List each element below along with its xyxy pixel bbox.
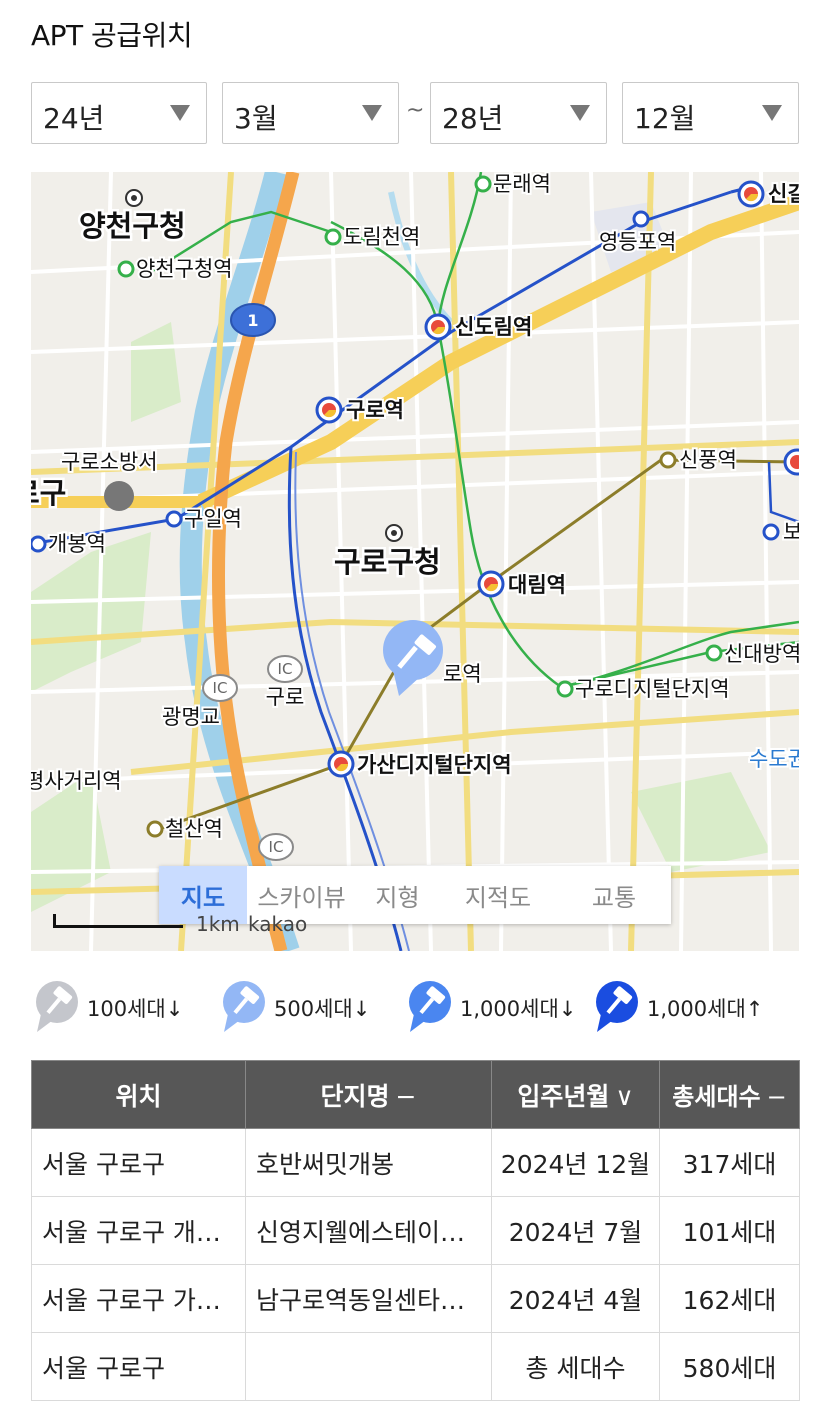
place-label: 구로구청 [334,545,441,579]
end-month-select[interactable]: 12월 [622,82,799,144]
station-label: 구로디지털단지역 [575,677,730,701]
cell-complex[interactable]: 신영지웰에스테이… [245,1196,492,1265]
sort-neutral-icon[interactable]: − [767,1083,787,1111]
station-label: 보 [783,520,799,544]
place-label: 구로 [266,685,305,709]
place-label: 로구 [31,476,66,510]
place-label: 수도권 [749,747,799,771]
table-row[interactable]: 서울 구로구 호반써밋개봉 2024년 12월 317세대 [31,1128,800,1197]
table-row[interactable]: 서울 구로구 개… 신영지웰에스테이… 2024년 7월 101세대 [31,1196,800,1265]
start-month-value: 3월 [234,102,278,135]
cell-move-in: 2024년 12월 [491,1128,660,1197]
legend-label: 100세대↓ [87,997,184,1021]
station-label: 개봉역 [48,532,106,556]
place-label: 평사거리역 [31,769,122,793]
map-scale-bar [53,914,183,928]
place-label: 양천구청 [79,209,186,243]
auction-pin-icon [596,981,638,1032]
cell-complex[interactable]: 남구로역동일센타… [245,1264,492,1333]
legend-label: 1,000세대↑ [647,997,764,1021]
column-header-move-in[interactable]: 입주년월 ∨ [491,1060,660,1129]
map-scale-label: 1km [196,912,240,936]
station-label: 신풍역 [679,448,737,472]
station-label: 대림역 [508,573,566,597]
map-tab-traffic[interactable]: 교통 [557,866,671,924]
station-label: 가산디지털단지역 [357,753,512,777]
end-year-select[interactable]: 28년 [430,82,607,144]
ic-label: IC [269,838,284,856]
station-label: 문래역 [493,172,551,196]
station-label: 영등포역 [599,230,676,254]
end-year-value: 28년 [442,102,504,135]
column-header-complex[interactable]: 단지명 − [245,1060,492,1129]
map-canvas[interactable]: 1 IC IC IC 문래역 도림천역 양천구청역 영등포역 신도림역 구로역 … [31,172,799,951]
auction-pin-icon [36,981,78,1032]
cell-households: 162세대 [659,1264,800,1333]
cell-location: 서울 구로구 [31,1128,246,1197]
place-label: 광명교 [162,705,220,729]
cell-location: 서울 구로구 개… [31,1196,246,1265]
sort-neutral-icon[interactable]: − [396,1082,417,1111]
period-filter: 24년 3월 ~ 28년 12월 [31,82,799,144]
cell-households: 101세대 [659,1196,800,1265]
sort-desc-icon[interactable]: ∨ [615,1082,633,1111]
column-header-households[interactable]: 총세대수 − [659,1060,800,1129]
cell-move-in: 2024년 4월 [491,1264,660,1333]
auction-pin-icon [409,981,451,1032]
cell-move-in: 2024년 7월 [491,1196,660,1265]
cell-location: 서울 구로구 가… [31,1264,246,1333]
station-label: 양천구청역 [136,257,233,281]
map-tab-cadastral[interactable]: 지적도 [439,866,557,924]
map-tab-terrain[interactable]: 지형 [356,866,439,924]
start-month-select[interactable]: 3월 [222,82,399,144]
ic-label: IC [278,660,293,678]
chevron-down-icon [570,105,590,121]
auction-pin-icon [223,981,265,1032]
table-row[interactable]: 서울 구로구 가… 남구로역동일센타… 2024년 4월 162세대 [31,1264,800,1333]
cell-complex [245,1332,492,1401]
start-year-value: 24년 [43,102,105,135]
total-households: 580세대 [659,1332,800,1401]
chevron-down-icon [762,105,782,121]
column-header-location: 위치 [31,1060,246,1129]
table-header-row: 위치 단지명 − 입주년월 ∨ 총세대수 − [31,1060,800,1129]
station-label: 도림천역 [343,225,420,249]
station-label: 로역 [443,662,482,686]
page-title: APT 공급위치 [31,19,193,52]
cell-households: 317세대 [659,1128,800,1197]
ic-label: IC [213,679,228,697]
legend-label: 500세대↓ [274,997,371,1021]
station-label: 신도림역 [455,315,532,339]
station-label: 철산역 [165,817,223,841]
station-label: 구로역 [346,398,404,422]
chevron-down-icon [170,105,190,121]
station-label: 신길 [768,182,799,206]
station-label: 신대방역 [724,642,799,666]
start-year-select[interactable]: 24년 [31,82,207,144]
map-view[interactable]: 1 IC IC IC 문래역 도림천역 양천구청역 영등포역 신도림역 구로역 … [31,172,799,951]
marker-legend: 100세대↓ 500세대↓ 1,000세대↓ 1,000세대↑ [31,980,799,1032]
legend-label: 1,000세대↓ [460,997,577,1021]
table-total-row: 서울 구로구 총 세대수 580세대 [31,1332,800,1401]
route-number: 1 [247,311,258,330]
place-label: 구로소방서 [61,450,158,474]
chevron-down-icon [362,105,382,121]
range-separator: ~ [406,98,425,123]
total-label: 총 세대수 [491,1332,660,1401]
cell-location: 서울 구로구 [31,1332,246,1401]
map-attribution: kakao [248,912,308,936]
cell-complex[interactable]: 호반써밋개봉 [245,1128,492,1197]
supply-table: 위치 단지명 − 입주년월 ∨ 총세대수 − 서울 구로구 호반써밋개봉 2024년 … [31,1060,800,1401]
end-month-value: 12월 [634,102,696,135]
station-label: 구일역 [184,507,242,531]
